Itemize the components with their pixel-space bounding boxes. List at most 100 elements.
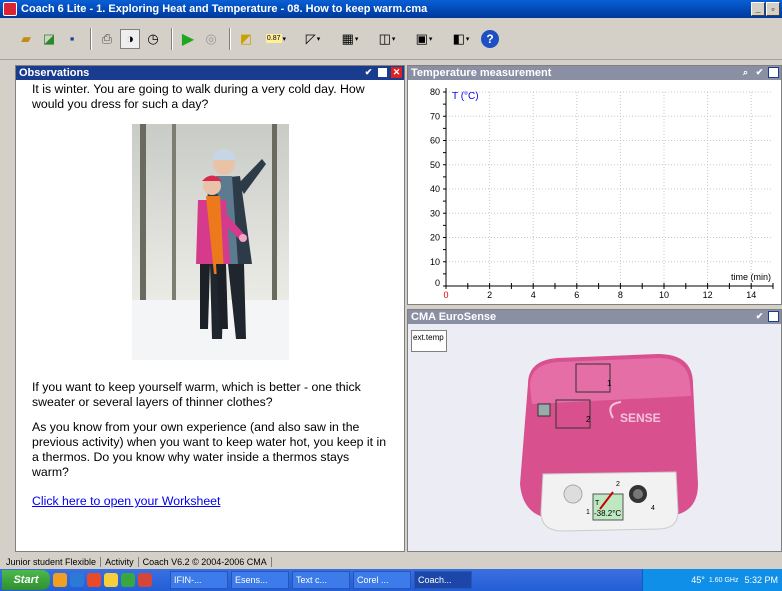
table-icon[interactable]: ▦ ▾ (333, 29, 367, 49)
x-axis-label: time (min) (731, 272, 771, 282)
meter-value-label: 0.87 (265, 34, 282, 43)
tray-weather: 45° (691, 575, 705, 585)
eurosense-title: CMA EuroSense (411, 311, 497, 323)
x-tick-label: 2 (487, 290, 492, 300)
reading-label: T (595, 500, 600, 507)
eurosense-header-icons: ✔ (754, 311, 779, 322)
app-icon[interactable] (138, 573, 152, 587)
save-icon[interactable]: ▪ (62, 29, 82, 49)
chevron-down-icon[interactable]: ✔ (754, 311, 765, 322)
y-tick-label: 70 (430, 111, 440, 121)
maximize-icon[interactable] (377, 67, 388, 78)
port-b2-label: 2 (616, 481, 620, 488)
observations-paragraph-2: If you want to keep yourself warm, which… (32, 380, 361, 409)
picture-icon[interactable]: ▣ ▾ (407, 29, 441, 49)
temperature-panel: Temperature measurement ⌕ ✔ 0 2 4 6 8 10 12 14 1… (407, 65, 782, 305)
observations-content: It is winter. You are going to walk duri… (16, 80, 404, 509)
toolbar-separator (229, 27, 231, 50)
temperature-header-icons: ⌕ ✔ (740, 67, 779, 78)
stop-icon[interactable]: ◎ (201, 29, 221, 49)
chart-icon[interactable]: ◩ (236, 29, 256, 49)
observations-paragraph-1: It is winter. You are going to walk duri… (32, 82, 365, 111)
text-icon[interactable]: ◫ ▾ (370, 29, 404, 49)
taskbar-item[interactable]: Text c... (292, 571, 350, 589)
eurosense-brand: SENSE (620, 411, 661, 425)
taskbar-item-active[interactable]: Coach... (414, 571, 472, 589)
main-toolbar: ▰ ◪ ▪ ⎙ ◑ ◷ ▶ ◎ ◩ 0.87 ▾ ◸ ▾ ▦ ▾ ◫ ▾ ▣ ▾ ◧ ▾ ? (0, 18, 782, 60)
x-tick-label: 8 (618, 290, 623, 300)
media-icon[interactable] (121, 573, 135, 587)
firefox-icon[interactable] (87, 573, 101, 587)
tray-freq: 1.60 GHz (708, 576, 739, 584)
coach-app-icon (3, 2, 17, 16)
messenger-icon[interactable] (104, 573, 118, 587)
toolbar-separator (171, 27, 173, 50)
photo-people (195, 149, 266, 339)
taskbar-item[interactable]: IFIN-... (170, 571, 228, 589)
worksheet-link[interactable]: Click here to open your Worksheet (32, 494, 220, 508)
winter-photo (131, 124, 289, 360)
window-title: Coach 6 Lite - 1. Exploring Heat and Tem… (21, 3, 428, 15)
y-tick-label: 80 (430, 87, 440, 97)
temperature-title: Temperature measurement (411, 67, 552, 79)
port-2-label: 2 (586, 415, 591, 424)
start-label: Start (13, 574, 39, 586)
chevron-down-icon[interactable]: ✔ (363, 67, 374, 78)
x-tick-label: 14 (746, 290, 756, 300)
x-tick-label: 10 (659, 290, 669, 300)
x-tick-label: 4 (531, 290, 536, 300)
restore-button[interactable]: ▫ (766, 2, 780, 16)
quicklaunch-icon[interactable] (53, 573, 67, 587)
observations-title: Observations (19, 67, 90, 79)
port-b4-label: 4 (651, 505, 655, 512)
status-mode: Activity (101, 557, 139, 567)
start-button[interactable]: Start (2, 570, 50, 590)
minimize-button[interactable]: _ (751, 2, 765, 16)
status-bar: Junior student Flexible Activity Coach V… (0, 556, 782, 568)
maximize-icon[interactable] (768, 67, 779, 78)
temperature-chart[interactable]: 0 2 4 6 8 10 12 14 10 20 30 40 50 60 70 80 0 T (°C) time (… (408, 80, 781, 304)
y-tick-label: 60 (430, 136, 440, 146)
graph-icon[interactable]: ◸ ▾ (296, 29, 330, 49)
y-tick-label: 0 (435, 278, 440, 288)
maximize-icon[interactable] (768, 311, 779, 322)
y-tick-label: 40 (430, 184, 440, 194)
observations-panel: Observations ✔ ✕ It is winter. You are g… (15, 65, 405, 552)
abc-icon[interactable]: ◧ ▾ (444, 29, 478, 49)
zoom-icon[interactable]: ⌕ (740, 67, 751, 78)
observations-paragraph-3: As you know from your own experience (an… (32, 420, 387, 479)
system-tray: 45° 1.60 GHz 5:32 PM (642, 569, 782, 591)
toolbar-separator (90, 27, 92, 50)
window-controls: _ ▫ (751, 2, 780, 16)
ie-icon[interactable] (70, 573, 84, 587)
status-user: Junior student Flexible (2, 557, 102, 567)
clock[interactable]: 5:32 PM (744, 575, 778, 585)
y-tick-label: 20 (430, 233, 440, 243)
y-tick-label: 10 (430, 257, 440, 267)
temperature-header: Temperature measurement ⌕ ✔ (408, 66, 781, 80)
port-b1-label: 1 (586, 509, 590, 516)
taskbar-item[interactable]: Esens... (231, 571, 289, 589)
reading-value: -38.2°C (594, 509, 621, 518)
open-folder-icon[interactable]: ▰ (16, 29, 36, 49)
meter-icon[interactable]: 0.87 ▾ (259, 29, 293, 49)
x-tick-label: 12 (703, 290, 713, 300)
status-version: Coach V6.2 © 2004-2006 CMA (139, 557, 272, 567)
y-tick-label: 30 (430, 208, 440, 218)
x-tick-label: 6 (574, 290, 579, 300)
windows-taskbar: Start IFIN-... Esens... Text c... Corel … (0, 569, 782, 591)
stopwatch-icon[interactable]: ◷ (143, 29, 163, 49)
chevron-down-icon[interactable]: ✔ (754, 67, 765, 78)
start-icon[interactable]: ▶ (178, 29, 198, 49)
open-icon[interactable]: ◪ (39, 29, 59, 49)
help-label: ? (486, 31, 494, 46)
port-1-label: 1 (607, 379, 612, 388)
print-icon[interactable]: ⎙ (97, 29, 117, 49)
y-tick-label: 50 (430, 160, 440, 170)
eurosense-device: 1 2 SENSE T -38.2°C 1 2 4 (520, 354, 698, 532)
close-icon[interactable]: ✕ (391, 67, 402, 78)
help-icon[interactable]: ? (481, 29, 499, 48)
window-titlebar: Coach 6 Lite - 1. Exploring Heat and Tem… (0, 0, 782, 18)
sensor-icon[interactable]: ◑ (120, 28, 140, 49)
taskbar-item[interactable]: Corel ... (353, 571, 411, 589)
